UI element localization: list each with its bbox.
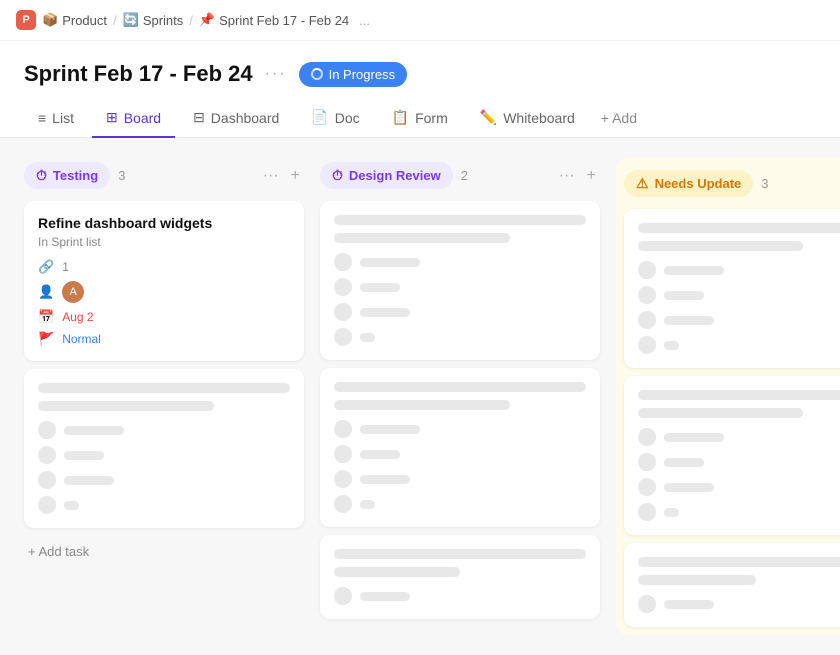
tab-dashboard[interactable]: ⊟ Dashboard	[179, 99, 293, 138]
card-priority: Normal	[62, 332, 101, 346]
column-header-testing: ⏱ Testing 3 ··· +	[24, 158, 304, 193]
attachment-icon: 🔗	[38, 259, 54, 275]
tab-whiteboard[interactable]: ✏️ Whiteboard	[466, 99, 589, 138]
card-skeleton-dr-2[interactable]	[320, 368, 600, 527]
board-area: ⏱ Testing 3 ··· + Refine dashboard widge…	[0, 138, 840, 655]
card-attachments-row: 🔗 1	[38, 259, 290, 275]
column-header-design-review: ⏱ Design Review 2 ··· +	[320, 158, 600, 193]
board-icon: ⊞	[106, 109, 118, 126]
breadcrumb-product[interactable]: 📦 Product	[42, 12, 107, 28]
card-assignee-row: 👤 A	[38, 281, 290, 303]
tab-form[interactable]: 📋 Form	[378, 99, 462, 138]
column-testing: ⏱ Testing 3 ··· + Refine dashboard widge…	[24, 158, 304, 635]
card-skeleton-nu-2[interactable]	[624, 376, 840, 535]
add-task-button-testing[interactable]: + Add task	[24, 536, 304, 567]
doc-icon: 📄	[311, 109, 328, 126]
avatar: A	[62, 281, 84, 303]
column-label-design-review: ⏱ Design Review	[320, 162, 453, 189]
assignee-icon: 👤	[38, 284, 54, 300]
card-skeleton-nu-3[interactable]	[624, 543, 840, 627]
card-refine-dashboard[interactable]: Refine dashboard widgets In Sprint list …	[24, 201, 304, 361]
breadcrumb-sprint-current[interactable]: 📌 Sprint Feb 17 - Feb 24	[199, 12, 349, 28]
column-add-button-testing[interactable]: +	[287, 165, 304, 187]
tab-doc[interactable]: 📄 Doc	[297, 99, 373, 138]
needs-update-status-icon: ⚠	[636, 175, 649, 192]
breadcrumb-more-button[interactable]: ...	[355, 13, 374, 28]
card-priority-row: 🚩 Normal	[38, 331, 290, 347]
column-more-button-design-review[interactable]: ···	[555, 165, 579, 187]
card-meta: 🔗 1 👤 A 📅 Aug 2 🚩 Normal	[38, 259, 290, 347]
flag-icon: 🚩	[38, 331, 54, 347]
card-skeleton-nu-1[interactable]	[624, 209, 840, 368]
card-subtitle: In Sprint list	[38, 235, 290, 249]
column-more-button-testing[interactable]: ···	[259, 165, 283, 187]
app-icon: P	[16, 10, 36, 30]
whiteboard-icon: ✏️	[480, 109, 497, 126]
column-add-button-design-review[interactable]: +	[583, 165, 600, 187]
dashboard-icon: ⊟	[193, 109, 205, 126]
card-title: Refine dashboard widgets	[38, 215, 290, 231]
card-date: Aug 2	[62, 310, 93, 324]
tab-add-button[interactable]: + Add	[593, 100, 645, 136]
page-header: Sprint Feb 17 - Feb 24 ··· In Progress	[0, 41, 840, 99]
form-icon: 📋	[392, 109, 409, 126]
column-label-testing: ⏱ Testing	[24, 162, 110, 189]
calendar-icon: 📅	[38, 309, 54, 325]
tab-board[interactable]: ⊞ Board	[92, 99, 175, 138]
testing-status-icon: ⏱	[36, 167, 47, 184]
page-more-button[interactable]: ···	[265, 65, 287, 83]
breadcrumb: P 📦 Product / 🔄 Sprints / 📌 Sprint Feb 1…	[0, 0, 840, 41]
tab-list[interactable]: ≡ List	[24, 100, 88, 138]
nav-tabs: ≡ List ⊞ Board ⊟ Dashboard 📄 Doc 📋 Form …	[0, 99, 840, 138]
card-skeleton-dr-1[interactable]	[320, 201, 600, 360]
card-skeleton-1[interactable]	[24, 369, 304, 528]
column-header-needs-update: ⚠ Needs Update 3 ··· +	[624, 166, 840, 201]
column-design-review: ⏱ Design Review 2 ··· +	[320, 158, 600, 635]
column-needs-update: ⚠ Needs Update 3 ··· +	[616, 158, 840, 635]
breadcrumb-sprints[interactable]: 🔄 Sprints	[123, 12, 184, 28]
card-skeleton-dr-3[interactable]	[320, 535, 600, 619]
status-badge[interactable]: In Progress	[299, 62, 407, 87]
card-date-row: 📅 Aug 2	[38, 309, 290, 325]
design-review-status-icon: ⏱	[332, 167, 343, 184]
page-title: Sprint Feb 17 - Feb 24	[24, 61, 253, 87]
list-icon: ≡	[38, 110, 46, 126]
column-label-needs-update: ⚠ Needs Update	[624, 170, 753, 197]
